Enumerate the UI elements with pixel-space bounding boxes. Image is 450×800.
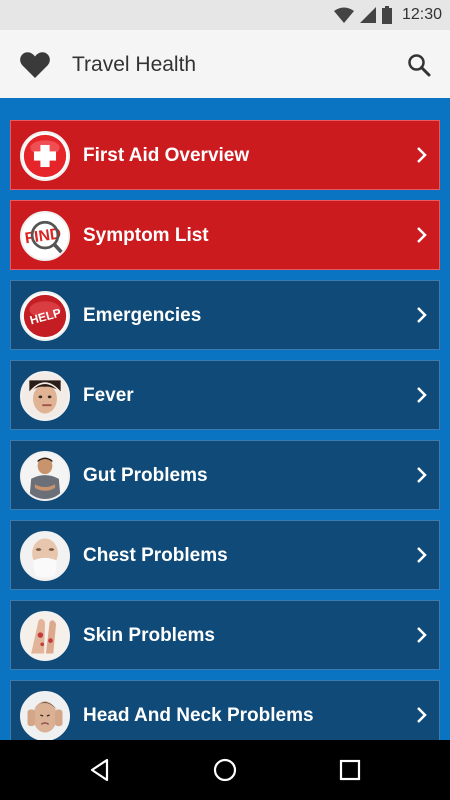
menu-item-label: Fever	[83, 385, 134, 406]
menu-item-fever[interactable]: Fever	[10, 360, 440, 430]
head-photo-icon	[20, 691, 70, 740]
nav-bar	[0, 740, 450, 800]
find-magnifier-icon: FIND	[20, 211, 70, 261]
menu-item-symptom-list[interactable]: FIND Symptom List	[10, 200, 440, 270]
wifi-icon	[333, 7, 354, 23]
menu-item-gut-problems[interactable]: Gut Problems	[10, 440, 440, 510]
first-aid-icon	[20, 131, 70, 181]
menu-item-label: Skin Problems	[83, 625, 215, 646]
heart-icon	[20, 52, 50, 78]
chevron-right-icon	[417, 547, 427, 563]
recents-icon[interactable]	[337, 757, 363, 783]
search-icon	[408, 54, 431, 77]
chest-photo-icon	[20, 531, 70, 581]
battery-icon	[381, 6, 392, 24]
menu-item-head-and-neck-problems[interactable]: Head And Neck Problems	[10, 680, 440, 740]
chevron-right-icon	[417, 227, 427, 243]
status-bar: 12:30	[0, 0, 450, 30]
app-title: Travel Health	[72, 53, 197, 76]
signal-icon	[359, 7, 376, 23]
help-button-icon: HELP	[20, 291, 70, 341]
fever-photo-icon	[20, 371, 70, 421]
app-bar: Travel Health	[0, 30, 450, 100]
menu-item-label: Gut Problems	[83, 465, 208, 486]
chevron-right-icon	[417, 467, 427, 483]
chevron-right-icon	[417, 147, 427, 163]
menu-item-label: Emergencies	[83, 305, 202, 326]
back-icon[interactable]	[87, 757, 113, 783]
skin-photo-icon	[20, 611, 70, 661]
chevron-right-icon	[417, 387, 427, 403]
menu-list[interactable]: First Aid Overview FIND Symptom List HEL…	[0, 100, 450, 740]
menu-item-first-aid-overview[interactable]: First Aid Overview	[10, 120, 440, 190]
menu-item-label: First Aid Overview	[83, 145, 250, 166]
status-time: 12:30	[401, 6, 442, 23]
menu-item-label: Chest Problems	[83, 545, 228, 566]
menu-item-label: Head And Neck Problems	[83, 705, 314, 726]
chevron-right-icon	[417, 307, 427, 323]
menu-item-skin-problems[interactable]: Skin Problems	[10, 600, 440, 670]
chevron-right-icon	[417, 627, 427, 643]
gut-photo-icon	[20, 451, 70, 501]
home-icon[interactable]	[212, 757, 238, 783]
menu-item-emergencies[interactable]: HELP Emergencies	[10, 280, 440, 350]
chevron-right-icon	[417, 707, 427, 723]
menu-item-label: Symptom List	[83, 225, 209, 246]
search-button[interactable]	[404, 50, 434, 80]
menu-item-chest-problems[interactable]: Chest Problems	[10, 520, 440, 590]
status-icons: 12:30	[333, 0, 442, 30]
